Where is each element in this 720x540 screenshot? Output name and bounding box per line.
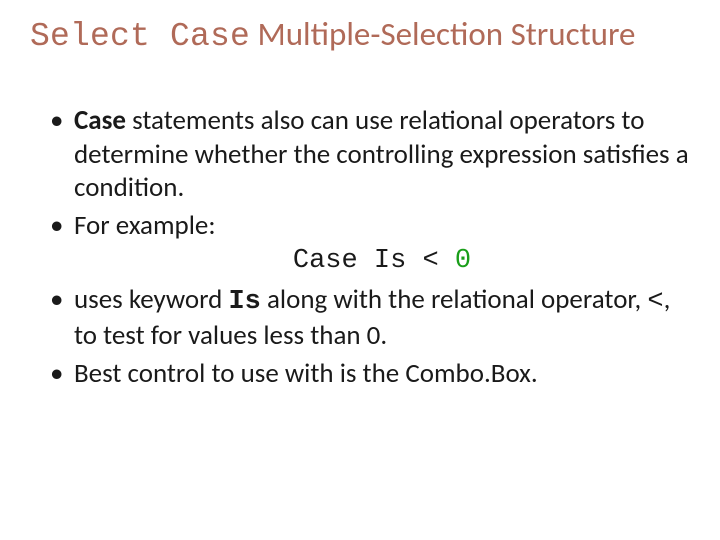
bullet-4-text: Best control to use with is the Combo.Bo… [74, 357, 538, 390]
bullet-3-text-a: uses keyword [74, 283, 228, 316]
bullet-2-text: For example: [74, 209, 216, 242]
bullet-1: Case statements also can use relational … [50, 104, 690, 205]
slide-title: Select Case Multiple-Selection Structure [30, 16, 690, 56]
bullet-3-keyword: Is [228, 287, 260, 317]
code-example: Case Is < 0 [74, 245, 690, 279]
bullet-3: uses keyword Is along with the relationa… [50, 283, 690, 354]
title-code: Select Case [30, 18, 250, 55]
bullet-3-text-b: along with the relational operator, [261, 283, 648, 316]
code-example-prefix: Case Is < [293, 246, 455, 276]
bullet-1-text: statements also can use relational opera… [74, 104, 689, 205]
title-rest: Multiple-Selection Structure [250, 14, 635, 54]
bullet-3-operator: < [647, 287, 663, 317]
bullet-1-keyword: Case [74, 104, 126, 137]
bullet-list: Case statements also can use relational … [30, 104, 690, 391]
bullet-4: Best control to use with is the Combo.Bo… [50, 357, 690, 391]
bullet-2: For example: Case Is < 0 [50, 209, 690, 279]
slide: Select Case Multiple-Selection Structure… [0, 0, 720, 540]
code-example-zero: 0 [455, 246, 471, 276]
